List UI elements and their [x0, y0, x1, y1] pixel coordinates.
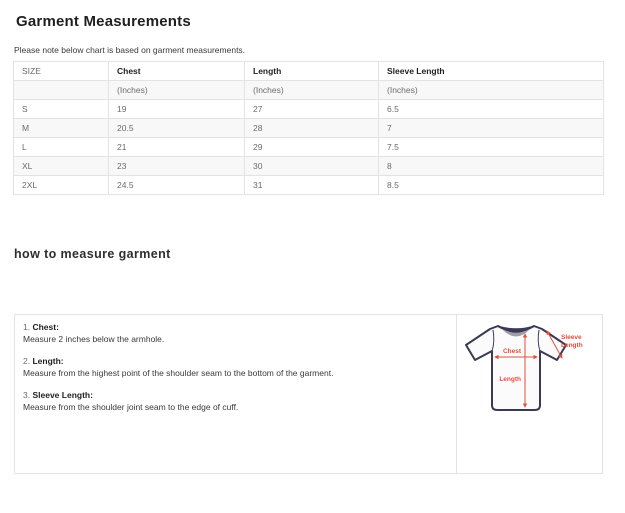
cell-length: 27: [245, 100, 379, 119]
units-cell: (Inches): [109, 81, 245, 100]
cell-length: 31: [245, 176, 379, 195]
cell-sleeve: 8: [379, 157, 604, 176]
units-cell: (Inches): [379, 81, 604, 100]
cell-chest: 24.5: [109, 176, 245, 195]
cell-size: S: [14, 100, 109, 119]
cell-size: M: [14, 119, 109, 138]
cell-size: L: [14, 138, 109, 157]
column-header-chest: Chest: [109, 62, 245, 81]
how-to-measure-title: how to measure garment: [14, 247, 625, 261]
column-header-size: SIZE: [14, 62, 109, 81]
instructions-column: 1. Chest: Measure 2 inches below the arm…: [15, 315, 457, 473]
measure-instructions-panel: 1. Chest: Measure 2 inches below the arm…: [14, 314, 603, 474]
units-cell-empty: [14, 81, 109, 100]
instruction-text: Measure from the shoulder joint seam to …: [23, 401, 446, 413]
cell-chest: 19: [109, 100, 245, 119]
note-text: Please note below chart is based on garm…: [14, 45, 625, 55]
table-row-s: S 19 27 6.5: [14, 100, 604, 119]
instruction-text: Measure from the highest point of the sh…: [23, 367, 446, 379]
cell-size: 2XL: [14, 176, 109, 195]
cell-sleeve: 7: [379, 119, 604, 138]
chest-label: Chest: [503, 348, 522, 355]
column-header-sleeve-length: Sleeve Length: [379, 62, 604, 81]
length-label: Length: [499, 376, 521, 383]
cell-chest: 20.5: [109, 119, 245, 138]
header-row: SIZE Chest Length Sleeve Length: [14, 62, 604, 81]
size-chart-table: SIZE Chest Length Sleeve Length (Inches)…: [13, 61, 604, 195]
table-row-xl: XL 23 30 8: [14, 157, 604, 176]
instruction-label: 3. Sleeve Length:: [23, 389, 446, 401]
instruction-text: Measure 2 inches below the armhole.: [23, 333, 446, 345]
cell-sleeve: 6.5: [379, 100, 604, 119]
cell-chest: 21: [109, 138, 245, 157]
column-header-length: Length: [245, 62, 379, 81]
cell-length: 28: [245, 119, 379, 138]
tshirt-measurement-diagram: Chest Length Sleeve Length: [459, 320, 597, 420]
instruction-chest: 1. Chest: Measure 2 inches below the arm…: [23, 321, 446, 345]
cell-chest: 23: [109, 157, 245, 176]
diagram-column: Chest Length Sleeve Length: [457, 315, 602, 473]
cell-size: XL: [14, 157, 109, 176]
cell-length: 30: [245, 157, 379, 176]
instruction-sleeve-length: 3. Sleeve Length: Measure from the shoul…: [23, 389, 446, 413]
cell-length: 29: [245, 138, 379, 157]
instruction-label: 2. Length:: [23, 355, 446, 367]
page-title: Garment Measurements: [16, 13, 625, 31]
cell-sleeve: 7.5: [379, 138, 604, 157]
instruction-length: 2. Length: Measure from the highest poin…: [23, 355, 446, 379]
table-row-2xl: 2XL 24.5 31 8.5: [14, 176, 604, 195]
table-row-m: M 20.5 28 7: [14, 119, 604, 138]
units-row: (Inches) (Inches) (Inches): [14, 81, 604, 100]
cell-sleeve: 8.5: [379, 176, 604, 195]
table-row-l: L 21 29 7.5: [14, 138, 604, 157]
sleeve-length-label-line1: Sleeve: [561, 334, 582, 341]
sleeve-length-label-line2: Length: [561, 342, 583, 349]
instruction-label: 1. Chest:: [23, 321, 446, 333]
units-cell: (Inches): [245, 81, 379, 100]
